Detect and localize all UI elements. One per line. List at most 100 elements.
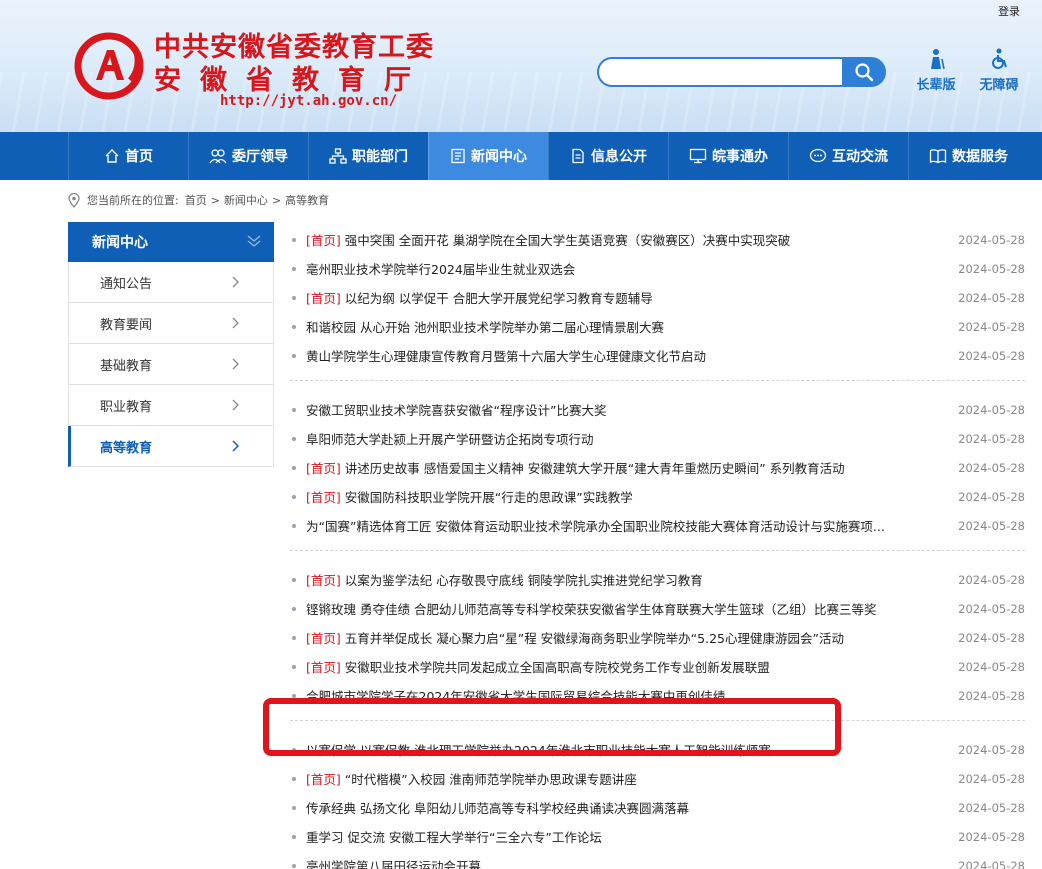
news-title-link[interactable]: 安徽工贸职业技术学院喜获安徽省“程序设计”比赛大奖 [306,400,606,419]
breadcrumb-current[interactable]: 高等教育 [285,192,329,208]
breadcrumb-link-news[interactable]: 新闻中心 [224,192,268,208]
news-date: 2024-05-28 [958,858,1025,869]
breadcrumb-prefix: 您当前所在的位置: [87,194,179,207]
nav-label: 互动交流 [832,149,888,165]
news-title-link[interactable]: 亳州职业技术学院举行2024届毕业生就业双选会 [306,259,575,278]
search-button[interactable] [842,57,886,87]
nav-item-services[interactable]: 皖事通办 [668,132,788,180]
news-title-link[interactable]: 重学习 促交流 安徽工程大学举行“三全六专”工作论坛 [306,827,602,846]
nav-label: 首页 [125,149,153,165]
news-item[interactable]: 黄山学院学生心理健康宣传教育月暨第十六届大学生心理健康文化节启动 2024-05-… [290,341,1025,370]
news-title-link[interactable]: 为“国赛”精选体育工匠 安徽体育运动职业技术学院承办全国职业院校技能大赛体育活动… [306,516,885,535]
news-title-link[interactable]: 黄山学院学生心理健康宣传教育月暨第十六届大学生心理健康文化节启动 [306,346,706,365]
bullet-icon [292,295,296,300]
sidebar-item-notices[interactable]: 通知公告 [68,262,274,303]
nav-item-data-services[interactable]: 数据服务 [908,132,1028,180]
homepage-tag[interactable]: [首页] [306,458,341,477]
news-title-link[interactable]: 铿锵玫瑰 勇夺佳绩 合肥幼儿师范高等专科学校荣获安徽省学生体育联赛大学生篮球（乙… [306,599,876,618]
chevron-right-icon [232,317,239,329]
home-icon [105,149,119,163]
nav-item-home[interactable]: 首页 [68,132,188,180]
news-item[interactable]: [首页] 讲述历史故事 感悟爱国主义精神 安徽建筑大学开展“建大青年重燃历史瞬间”… [290,453,1025,482]
nav-item-interaction[interactable]: 互动交流 [788,132,908,180]
homepage-tag[interactable]: [首页] [306,628,341,647]
login-link[interactable]: 登录 [998,3,1020,19]
news-title-link[interactable]: 以赛促学 以赛促教 淮北理工学院举办2024年淮北市职业技能大赛人工智能训练师赛 [306,740,771,759]
news-item[interactable]: 亳州学院第八届田径运动会开幕 2024-05-28 [290,851,1025,869]
news-title-link[interactable]: “时代楷模”入校园 淮南师范学院举办思政课专题讲座 [345,769,637,788]
homepage-tag[interactable]: [首页] [306,657,341,676]
news-title-link[interactable]: 和谐校园 从心开始 池州职业技术学院举办第二届心理情景剧大赛 [306,317,664,336]
nav-item-leaders[interactable]: 委厅领导 [188,132,308,180]
news-title-link[interactable]: 传承经典 弘扬文化 阜阳幼儿师范高等专科学校经典诵读决赛圆满落幕 [306,798,689,817]
elder-mode-label: 长辈版 [916,78,956,93]
news-item[interactable]: 和谐校园 从心开始 池州职业技术学院举办第二届心理情景剧大赛 2024-05-28 [290,312,1025,341]
news-item[interactable]: [首页] 以案为鉴学法纪 心存敬畏守底线 铜陵学院扎实推进党纪学习教育 2024-0… [290,565,1025,594]
news-title-link[interactable]: 五育并举促成长 凝心聚力启“星”程 安徽绿海商务职业学院举办“5.25心理健康游… [345,628,844,647]
news-date: 2024-05-28 [958,829,1025,844]
news-item[interactable]: [首页] 强中突围 全面开花 巢湖学院在全国大学生英语竞赛（安徽赛区）决赛中实现突… [290,225,1025,254]
news-title-link[interactable]: 安徽职业技术学院共同发起成立全国高职高专院校党务工作专业创新发展联盟 [345,657,770,676]
news-item[interactable]: [首页] 安徽国防科技职业学院开展“行走的思政课”实践教学 2024-05-28 [290,482,1025,511]
news-item[interactable]: [首页] 五育并举促成长 凝心聚力启“星”程 安徽绿海商务职业学院举办“5.25心… [290,623,1025,652]
homepage-tag[interactable]: [首页] [306,288,341,307]
nav-item-info-disclosure[interactable]: 信息公开 [548,132,668,180]
bullet-icon [292,407,296,412]
bullet-icon [292,523,296,528]
news-date: 2024-05-28 [958,742,1025,757]
elder-mode-link[interactable]: 长辈版 [912,48,960,93]
news-item[interactable]: 安徽工贸职业技术学院喜获安徽省“程序设计”比赛大奖 2024-05-28 [290,395,1025,424]
bullet-icon [292,465,296,470]
news-title-link[interactable]: 安徽国防科技职业学院开展“行走的思政课”实践教学 [345,487,633,506]
news-item[interactable]: 传承经典 弘扬文化 阜阳幼儿师范高等专科学校经典诵读决赛圆满落幕 2024-05-… [290,793,1025,822]
news-title-link[interactable]: 强中突围 全面开花 巢湖学院在全国大学生英语竞赛（安徽赛区）决赛中实现突破 [345,230,790,249]
bullet-icon [292,237,296,242]
sidebar-item-higher-education[interactable]: 高等教育 [68,426,274,467]
news-date: 2024-05-28 [958,572,1025,587]
sidebar-title: 新闻中心 [68,222,274,262]
homepage-tag[interactable]: [首页] [306,487,341,506]
homepage-tag[interactable]: [首页] [306,570,341,589]
sidebar-item-label: 教育要闻 [100,317,153,333]
nav-label: 新闻中心 [471,149,527,165]
accessibility-link[interactable]: 无障碍 [975,48,1023,93]
search-input[interactable] [597,57,843,87]
news-date: 2024-05-28 [958,460,1025,475]
breadcrumb-link-home[interactable]: 首页 [185,192,207,208]
news-item[interactable]: 亳州职业技术学院举行2024届毕业生就业双选会 2024-05-28 [290,254,1025,283]
news-title-link[interactable]: 亳州学院第八届田径运动会开幕 [306,856,481,869]
search-icon [855,63,874,82]
news-item[interactable]: [首页] “时代楷模”入校园 淮南师范学院举办思政课专题讲座 2024-05-28 [290,764,1025,793]
news-title-link[interactable]: 以案为鉴学法纪 心存敬畏守底线 铜陵学院扎实推进党纪学习教育 [345,570,703,589]
sidebar-item-label: 职业教育 [100,399,153,415]
homepage-tag[interactable]: [首页] [306,230,341,249]
news-item[interactable]: 重学习 促交流 安徽工程大学举行“三全六专”工作论坛 2024-05-28 [290,822,1025,851]
news-item[interactable]: 铿锵玫瑰 勇夺佳绩 合肥幼儿师范高等专科学校荣获安徽省学生体育联赛大学生篮球（乙… [290,594,1025,623]
bullet-icon [292,353,296,358]
news-item[interactable]: 阜阳师范大学赴颍上开展产学研暨访企拓岗专项行动 2024-05-28 [290,424,1025,453]
site-logo-icon [74,32,144,100]
news-item[interactable]: 合肥城市学院学子在2024年安徽省大学生国际贸易综合技能大赛中再创佳绩 2024-… [290,681,1025,710]
bullet-icon [292,606,296,611]
nav-item-news[interactable]: 新闻中心 [428,132,548,180]
news-item[interactable]: [首页] 安徽职业技术学院共同发起成立全国高职高专院校党务工作专业创新发展联盟 20… [290,652,1025,681]
sidebar-title-text: 新闻中心 [92,235,148,251]
sidebar-item-vocational-education[interactable]: 职业教育 [68,385,274,426]
bullet-icon [292,693,296,698]
breadcrumb: 您当前所在的位置: 首页 > 新闻中心 > 高等教育 [68,192,329,208]
news-title-link[interactable]: 以纪为纲 以学促干 合肥大学开展党纪学习教育专题辅导 [345,288,653,307]
bullet-icon [292,494,296,499]
news-title-link[interactable]: 阜阳师范大学赴颍上开展产学研暨访企拓岗专项行动 [306,429,594,448]
sidebar-item-education-news[interactable]: 教育要闻 [68,303,274,344]
news-date: 2024-05-28 [958,319,1025,334]
sidebar-item-basic-education[interactable]: 基础教育 [68,344,274,385]
chat-icon [809,148,827,163]
news-item[interactable]: 为“国赛”精选体育工匠 安徽体育运动职业技术学院承办全国职业院校技能大赛体育活动… [290,511,1025,540]
nav-item-departments[interactable]: 职能部门 [308,132,428,180]
news-title-link[interactable]: 合肥城市学院学子在2024年安徽省大学生国际贸易综合技能大赛中再创佳绩 [306,686,725,705]
news-item[interactable]: 以赛促学 以赛促教 淮北理工学院举办2024年淮北市职业技能大赛人工智能训练师赛… [290,735,1025,764]
news-title-link[interactable]: 讲述历史故事 感悟爱国主义精神 安徽建筑大学开展“建大青年重燃历史瞬间” 系列教… [345,458,845,477]
homepage-tag[interactable]: [首页] [306,769,341,788]
bullet-icon [292,266,296,271]
news-item[interactable]: [首页] 以纪为纲 以学促干 合肥大学开展党纪学习教育专题辅导 2024-05-28 [290,283,1025,312]
